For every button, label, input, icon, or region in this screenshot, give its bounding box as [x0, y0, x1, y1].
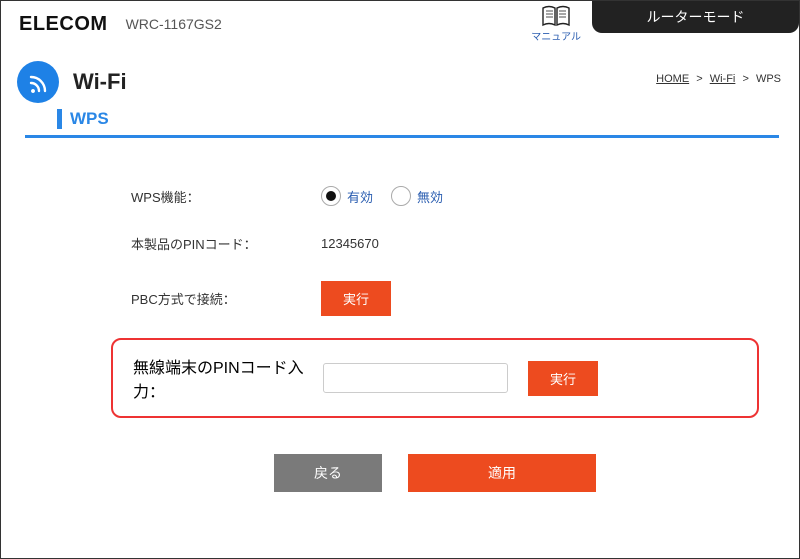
breadcrumb: HOME > Wi-Fi > WPS — [656, 73, 781, 85]
breadcrumb-sep: > — [696, 73, 702, 85]
remote-pin-execute-button[interactable]: 実行 — [528, 361, 598, 396]
mode-badge: ルーターモード — [592, 1, 799, 33]
pbc-label: PBC方式で接続： — [131, 289, 321, 308]
manual-label: マニュアル — [531, 28, 581, 43]
radio-enabled[interactable] — [321, 186, 341, 206]
apply-button[interactable]: 適用 — [408, 454, 596, 492]
radio-disabled[interactable] — [391, 186, 411, 206]
breadcrumb-home[interactable]: HOME — [656, 73, 689, 85]
device-pin-label: 本製品のPINコード： — [131, 234, 321, 253]
radio-disabled-label[interactable]: 無効 — [417, 187, 443, 206]
model-name: WRC-1167GS2 — [126, 16, 222, 32]
breadcrumb-wifi[interactable]: Wi-Fi — [710, 73, 736, 85]
device-pin-value: 12345670 — [321, 236, 379, 251]
brand-logo: ELECOM — [19, 13, 108, 36]
remote-pin-highlight: 無線端末のPINコード入力： 実行 — [111, 338, 759, 418]
manual-icon — [531, 5, 581, 27]
breadcrumb-current: WPS — [756, 73, 781, 85]
manual-link[interactable]: マニュアル — [531, 5, 581, 43]
page-title: Wi-Fi — [73, 69, 127, 95]
pbc-execute-button[interactable]: 実行 — [321, 281, 391, 316]
radio-enabled-label[interactable]: 有効 — [347, 187, 373, 206]
remote-pin-input[interactable] — [323, 363, 508, 393]
back-button[interactable]: 戻る — [274, 454, 382, 492]
section-heading: WPS — [57, 109, 765, 135]
wifi-icon — [17, 61, 59, 103]
remote-pin-label: 無線端末のPINコード入力： — [133, 354, 323, 402]
wps-function-label: WPS機能： — [131, 187, 321, 206]
breadcrumb-sep: > — [742, 73, 748, 85]
